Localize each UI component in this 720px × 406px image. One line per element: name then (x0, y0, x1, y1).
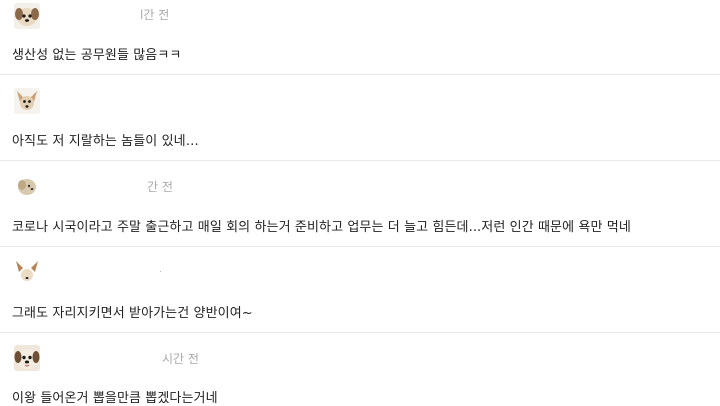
dog-avatar-icon[interactable] (14, 345, 40, 371)
comment-text: 그래도 자리지키면서 받아가는건 양반이여~ (12, 306, 253, 321)
comment-time: l간 전 (140, 8, 170, 22)
comment-text: 아직도 저 지랄하는 놈들이 있네… (12, 134, 199, 149)
comment-time: 간 전 (147, 180, 173, 194)
dog-avatar-icon[interactable] (14, 259, 40, 285)
comment-time: ᆞ (155, 265, 167, 279)
comment-item: 아직도 저 지랄하는 놈들이 있네… (0, 75, 720, 161)
comment-text: 코로나 시국이라고 주말 출근하고 매일 회의 하는거 준비하고 업무는 더 늘… (12, 220, 631, 235)
comment-list: l간 전 생산성 없는 공무원들 많음ㅋㅋ 아직도 저 지랄하는 놈들이 있네… (0, 0, 720, 406)
comment-time: 시간 전 (162, 352, 199, 366)
comment-text: 이왕 들어온거 뽑을만큼 뽑겠다는거네 (12, 391, 218, 406)
comment-item: ᆞ 그래도 자리지키면서 받아가는건 양반이여~ (0, 247, 720, 333)
dog-avatar-icon[interactable] (14, 88, 40, 114)
comment-item: 시간 전 이왕 들어온거 뽑을만큼 뽑겠다는거네 (0, 333, 720, 406)
comment-item: l간 전 생산성 없는 공무원들 많음ㅋㅋ (0, 0, 720, 75)
comment-item: 간 전 코로나 시국이라고 주말 출근하고 매일 회의 하는거 준비하고 업무는… (0, 161, 720, 247)
dog-avatar-icon[interactable] (14, 3, 40, 29)
dog-avatar-icon[interactable] (14, 173, 40, 199)
comment-text: 생산성 없는 공무원들 많음ㅋㅋ (12, 48, 182, 63)
